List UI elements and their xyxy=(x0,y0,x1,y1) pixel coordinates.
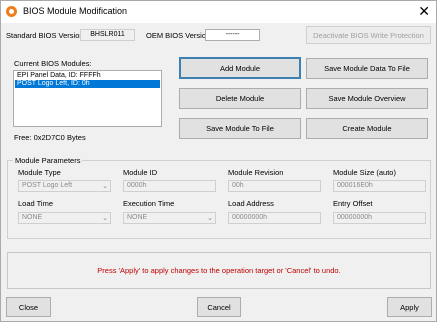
deactivate-write-protection-button[interactable]: Deactivate BIOS Write Protection xyxy=(306,26,431,44)
execution-time-value: NONE xyxy=(127,214,148,221)
module-type-value: POST Logo Left xyxy=(22,182,73,189)
cancel-button[interactable]: Cancel xyxy=(197,297,241,317)
execution-time-select[interactable]: NONE ⌄ xyxy=(123,212,216,224)
module-size-label: Module Size (auto) xyxy=(333,168,396,177)
oem-bios-label: OEM BIOS Version: xyxy=(146,31,213,40)
close-button[interactable]: Close xyxy=(6,297,51,317)
load-time-value: NONE xyxy=(22,214,43,221)
app-icon xyxy=(6,6,17,17)
execution-time-label: Execution Time xyxy=(123,199,175,208)
module-parameters-title: Module Parameters xyxy=(13,156,83,165)
module-id-field[interactable]: 0000h xyxy=(123,180,216,192)
close-icon[interactable]: ✕ xyxy=(418,3,430,19)
module-id-label: Module ID xyxy=(123,168,158,177)
module-type-select[interactable]: POST Logo Left ⌄ xyxy=(18,180,111,192)
save-module-to-file-button[interactable]: Save Module To File xyxy=(179,118,301,139)
oem-bios-field[interactable]: ------ xyxy=(205,29,260,41)
delete-module-button[interactable]: Delete Module xyxy=(179,88,301,109)
free-space-text: Free: 0x2D7C0 Bytes xyxy=(14,133,86,142)
save-module-data-button[interactable]: Save Module Data To File xyxy=(306,58,428,79)
apply-button[interactable]: Apply xyxy=(387,297,432,317)
status-panel: Press 'Apply' to apply changes to the op… xyxy=(7,252,431,289)
window-title: BIOS Module Modification xyxy=(23,6,128,16)
bios-module-window: BIOS Module Modification ✕ Standard BIOS… xyxy=(0,0,437,322)
create-module-button[interactable]: Create Module xyxy=(306,118,428,139)
current-modules-label: Current BIOS Modules: xyxy=(14,59,92,68)
module-size-field[interactable]: 000016E0h xyxy=(333,180,426,192)
list-item[interactable]: EPI Panel Data, ID: FFFFh xyxy=(15,72,160,80)
add-module-button[interactable]: Add Module xyxy=(179,57,301,79)
load-time-select[interactable]: NONE ⌄ xyxy=(18,212,111,224)
chevron-down-icon: ⌄ xyxy=(102,183,108,190)
save-module-overview-button[interactable]: Save Module Overview xyxy=(306,88,428,109)
chevron-down-icon: ⌄ xyxy=(207,215,213,222)
standard-bios-label: Standard BIOS Version: xyxy=(6,31,86,40)
load-address-field[interactable]: 00000000h xyxy=(228,212,321,224)
standard-bios-value: BHSLR011 xyxy=(80,29,135,41)
modules-listbox[interactable]: EPI Panel Data, ID: FFFFh POST Logo Left… xyxy=(13,70,162,127)
status-message: Press 'Apply' to apply changes to the op… xyxy=(97,266,341,275)
load-time-label: Load Time xyxy=(18,199,54,208)
module-revision-field[interactable]: 00h xyxy=(228,180,321,192)
module-type-label: Module Type xyxy=(18,168,61,177)
load-address-label: Load Address xyxy=(228,199,274,208)
entry-offset-field[interactable]: 00000000h xyxy=(333,212,426,224)
module-revision-label: Module Revision xyxy=(228,168,284,177)
entry-offset-label: Entry Offset xyxy=(333,199,373,208)
chevron-down-icon: ⌄ xyxy=(102,215,108,222)
title-bar: BIOS Module Modification ✕ xyxy=(1,1,436,23)
list-item[interactable]: POST Logo Left, ID: 0h xyxy=(15,80,160,88)
